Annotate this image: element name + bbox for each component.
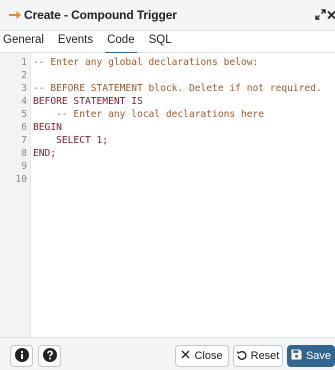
line-number: 10	[15, 174, 27, 185]
tab-events[interactable]: Events	[51, 31, 100, 53]
line-number: 1	[21, 57, 27, 68]
line-text: BEGIN	[33, 122, 62, 133]
info-button[interactable]	[10, 345, 33, 367]
tab-sql[interactable]: SQL	[142, 31, 179, 53]
help-button[interactable]	[38, 345, 61, 367]
reset-button-label: Reset	[250, 350, 280, 362]
close-icon	[327, 7, 335, 25]
dialog-titlebar[interactable]: Create - Compound Trigger	[0, 0, 335, 31]
save-button[interactable]: Save	[287, 345, 335, 367]
dialog-footer: Close Reset Save	[0, 337, 335, 370]
line-text: END;	[33, 148, 57, 159]
tab-general[interactable]: General	[3, 31, 51, 53]
help-icon	[42, 347, 57, 365]
dialog-tabs: General Events Code SQL	[0, 31, 335, 54]
line-text: -- Enter any local declarations here	[33, 109, 265, 120]
code-line[interactable]: 5 -- Enter any local declarations here	[0, 108, 264, 121]
line-text	[27, 173, 33, 186]
line-number: 8	[21, 148, 27, 159]
line-number: 3	[21, 83, 27, 94]
code-line[interactable]: 7 SELECT 1;	[0, 134, 108, 147]
code-line[interactable]: 2	[0, 69, 33, 82]
line-number: 4	[21, 96, 27, 107]
info-icon	[14, 347, 29, 365]
reset-icon	[236, 350, 247, 363]
code-line[interactable]: 3 -- BEFORE STATEMENT block. Delete if n…	[0, 82, 322, 95]
dialog-title: Create - Compound Trigger	[24, 8, 177, 22]
code-line[interactable]: 6 BEGIN	[0, 121, 62, 134]
line-text	[27, 69, 33, 82]
x-icon	[181, 350, 190, 362]
close-button-label: Close	[194, 350, 223, 362]
expand-icon	[314, 7, 326, 25]
line-number: 5	[21, 109, 27, 120]
save-icon	[291, 349, 302, 363]
line-number: 7	[21, 135, 27, 146]
code-line[interactable]: 10	[0, 173, 33, 186]
save-button-label: Save	[305, 350, 332, 362]
arrow-right-icon	[9, 10, 21, 20]
line-text: BEFORE STATEMENT IS	[33, 96, 143, 107]
line-number: 2	[21, 70, 27, 81]
code-editor[interactable]: 1 -- Enter any global declarations below…	[0, 53, 335, 337]
reset-button[interactable]: Reset	[233, 345, 283, 367]
close-dialog-button[interactable]	[327, 6, 335, 26]
line-text	[27, 160, 33, 173]
close-button[interactable]: Close	[175, 345, 229, 367]
line-text: SELECT 1;	[33, 135, 109, 146]
code-line[interactable]: 9	[0, 160, 33, 173]
code-line[interactable]: 4 BEFORE STATEMENT IS	[0, 95, 143, 108]
line-text: -- Enter any global declarations below:	[33, 57, 259, 68]
tab-code[interactable]: Code	[100, 31, 142, 54]
line-number: 6	[21, 122, 27, 133]
code-line[interactable]: 8 END;	[0, 147, 56, 160]
line-text: -- BEFORE STATEMENT block. Delete if not…	[33, 83, 322, 94]
line-number: 9	[21, 161, 27, 172]
maximize-button[interactable]	[313, 6, 327, 26]
code-line[interactable]: 1 -- Enter any global declarations below…	[0, 56, 258, 69]
